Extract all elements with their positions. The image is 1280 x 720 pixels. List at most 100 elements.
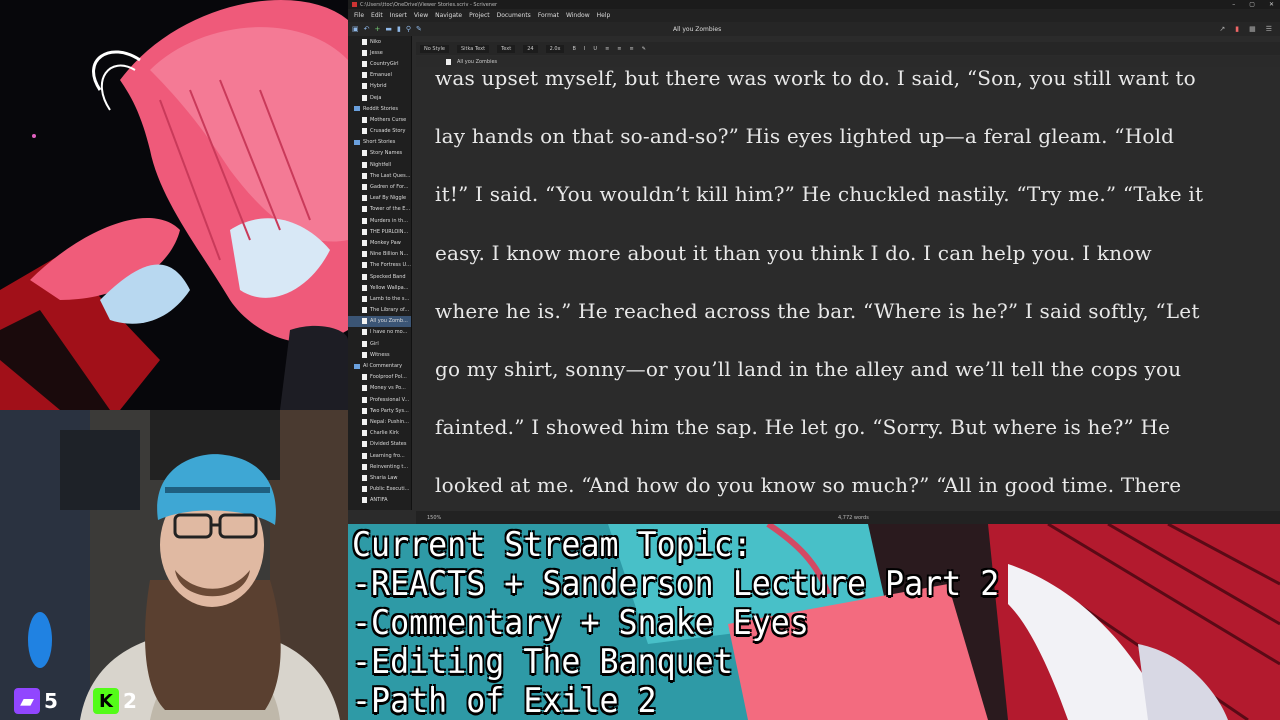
text-editor[interactable]: was upset myself, but there was work to … (416, 67, 1272, 511)
trash-icon[interactable]: ▮ (397, 25, 401, 33)
binder-document[interactable]: The Fortress U... (348, 260, 411, 271)
font-select[interactable]: Sitka Text (456, 44, 490, 53)
menu-documents[interactable]: Documents (497, 12, 531, 19)
underline-icon[interactable]: U (593, 46, 597, 52)
bookmark-icon[interactable]: ▮ (1235, 25, 1239, 33)
undo-icon[interactable]: ↶ (364, 25, 370, 33)
binder-document[interactable]: Gadren of For... (348, 181, 411, 192)
binder-document[interactable]: Sharia Law (348, 472, 411, 483)
editor-text-line: it!” I said. “You wouldn’t kill him?” He… (435, 182, 1204, 207)
document-icon (362, 172, 367, 179)
binder-document[interactable]: Nepal: Pushin... (348, 416, 411, 427)
document-icon (362, 452, 367, 459)
binder-document[interactable]: Crusade Story (348, 126, 411, 137)
binder-folder[interactable]: Short Stories (348, 137, 411, 148)
binder-folder[interactable]: Reddit Stories (348, 103, 411, 114)
menu-icon[interactable]: ☰ (1266, 25, 1272, 33)
binder-document[interactable]: Murders in th... (348, 215, 411, 226)
binder-document[interactable]: All you Zomb... (348, 315, 411, 327)
document-icon (362, 72, 367, 79)
compose-icon[interactable]: ▦ (1249, 25, 1256, 33)
binder-toggle-icon[interactable]: ▣ (352, 25, 359, 33)
document-icon (362, 116, 367, 123)
binder-item-label: Charlie Kirk (370, 430, 399, 437)
binder-document[interactable]: Niko (348, 36, 411, 47)
binder-document[interactable]: Specked Band (348, 271, 411, 282)
minimize-button[interactable]: – (1232, 1, 1235, 8)
binder-document[interactable]: Two Party Sys... (348, 405, 411, 416)
binder-document[interactable]: Divided States (348, 439, 411, 450)
binder-document[interactable]: Foolproof Pol... (348, 372, 411, 383)
binder-document[interactable]: Charlie Kirk (348, 428, 411, 439)
binder-document[interactable]: Witness (348, 349, 411, 360)
document-icon (362, 284, 367, 291)
document-icon (362, 83, 367, 90)
binder-document[interactable]: Lamb to the s... (348, 293, 411, 304)
style-select[interactable]: No Style (420, 44, 449, 53)
align-left-icon[interactable]: ≡ (605, 46, 609, 52)
binder-document[interactable]: THE PURLOIN... (348, 226, 411, 237)
folder-icon (354, 106, 360, 112)
menu-format[interactable]: Format (538, 12, 559, 19)
binder-document[interactable]: Money vs Po... (348, 383, 411, 394)
binder-document[interactable]: Emanuel (348, 70, 411, 81)
binder-document[interactable]: Story Names (348, 148, 411, 159)
binder-document[interactable]: Nine Billion N... (348, 249, 411, 260)
document-icon (362, 329, 367, 336)
binder-document[interactable]: Professional V... (348, 394, 411, 405)
menu-navigate[interactable]: Navigate (435, 12, 462, 19)
binder-document[interactable]: Girl (348, 338, 411, 349)
spacing-select[interactable]: 2.0x (545, 44, 565, 53)
document-icon (362, 486, 367, 493)
zoom-level[interactable]: 150% (427, 515, 441, 521)
menu-window[interactable]: Window (566, 12, 590, 19)
binder-document[interactable]: Yellow Wallpa... (348, 282, 411, 293)
bold-icon[interactable]: B (572, 46, 575, 52)
close-button[interactable]: ✕ (1269, 1, 1274, 8)
menu-file[interactable]: File (354, 12, 364, 19)
document-icon (362, 38, 367, 45)
size-select[interactable]: 24 (523, 44, 538, 53)
menu-view[interactable]: View (414, 12, 428, 19)
binder-document[interactable]: Leaf By Niggle (348, 193, 411, 204)
folder-icon[interactable]: ▬ (385, 25, 392, 33)
binder-document[interactable]: Hybrid (348, 81, 411, 92)
binder-document[interactable]: Reinventing t... (348, 461, 411, 472)
binder-item-label: Witness (370, 351, 390, 358)
binder-item-label: ANTIFA (370, 497, 388, 504)
binder-folder[interactable]: AI Commentary (348, 360, 411, 371)
edit-icon[interactable]: ✎ (416, 25, 422, 33)
document-icon (362, 307, 367, 314)
binder-document[interactable]: I have no mo... (348, 327, 411, 338)
maximize-button[interactable]: ▢ (1249, 1, 1255, 8)
menu-edit[interactable]: Edit (371, 12, 383, 19)
binder-document[interactable]: Monkey Paw (348, 237, 411, 248)
menu-insert[interactable]: Insert (390, 12, 407, 19)
menu-help[interactable]: Help (597, 12, 611, 19)
menu-bar: File Edit Insert View Navigate Project D… (348, 9, 1280, 22)
italic-icon[interactable]: I (584, 46, 585, 52)
binder-document[interactable]: Jesse (348, 47, 411, 58)
document-icon (362, 318, 367, 325)
align-center-icon[interactable]: ≡ (617, 46, 621, 52)
binder-document[interactable]: The Library of... (348, 305, 411, 316)
binder-document[interactable]: Learning fro... (348, 450, 411, 461)
share-icon[interactable]: ↗ (1219, 25, 1225, 33)
binder-document[interactable]: Mothers Curse (348, 114, 411, 125)
binder-document[interactable]: Deja (348, 92, 411, 103)
binder-document[interactable]: The Last Ques... (348, 170, 411, 181)
binder-document[interactable]: CountryGirl (348, 58, 411, 69)
binder-document[interactable]: Public Executi... (348, 484, 411, 495)
binder-document[interactable]: ANTIFA (348, 495, 411, 506)
weight-select[interactable]: Text (497, 44, 516, 53)
binder-item-label: Gadren of For... (370, 184, 409, 191)
document-icon (362, 407, 367, 414)
document-icon (362, 228, 367, 235)
align-right-icon[interactable]: ≡ (629, 46, 633, 52)
link-icon[interactable]: ⚲ (406, 25, 411, 33)
highlight-icon[interactable]: ✎ (642, 46, 646, 52)
binder-document[interactable]: Tower of the E... (348, 204, 411, 215)
add-icon[interactable]: + (375, 25, 381, 33)
menu-project[interactable]: Project (469, 12, 490, 19)
binder-document[interactable]: Nightfell (348, 159, 411, 170)
